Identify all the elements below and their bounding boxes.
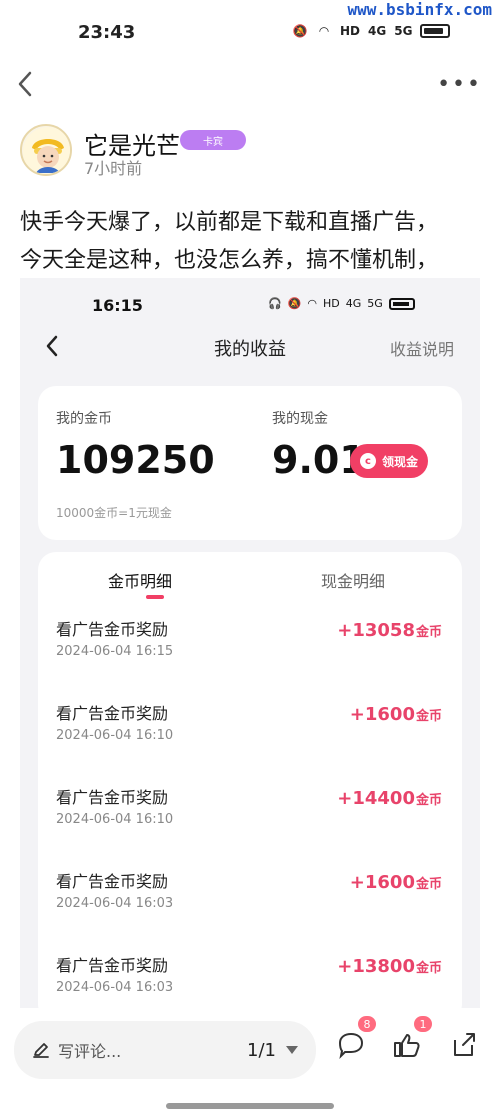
amount-unit: 金币	[415, 625, 442, 640]
record-amount: +1600金币	[350, 704, 442, 725]
post-time: 7小时前	[84, 159, 143, 178]
watermark: www.bsbinfx.com	[347, 0, 493, 19]
5g-icon: 5G	[367, 297, 383, 310]
headphones-icon: 🎧	[268, 297, 282, 310]
earnings-summary-card: 我的金币 我的现金 109250 9.01 c 领现金 10000金币=1元现金	[38, 386, 462, 540]
record-title: 看广告金币奖励	[56, 704, 169, 723]
more-icon[interactable]: •••	[437, 72, 482, 97]
embedded-status-icons: 🎧 🔕 ◠ HD 4G 5G	[268, 297, 415, 310]
chevron-down-icon	[286, 1046, 298, 1054]
share-button[interactable]	[446, 1028, 488, 1070]
post-line: 今天全是这种，也没怎么养，搞不懂机制，	[20, 248, 439, 273]
withdraw-label: 领现金	[381, 454, 418, 469]
post-actions: 8 1	[334, 1016, 488, 1070]
comment-button[interactable]: 8	[334, 1016, 376, 1070]
status-bar: 23:43 🔕 ◠ HD 4G 5G www.bsbinfx.com	[0, 0, 500, 64]
coin-value: 109250	[56, 438, 215, 482]
like-icon	[394, 1034, 420, 1057]
share-icon	[454, 1033, 475, 1056]
page-indicator[interactable]: 1/1	[247, 1040, 298, 1061]
earnings-help-link[interactable]: 收益说明	[390, 336, 454, 360]
page-indicator-text: 1/1	[247, 1039, 276, 1061]
amount-value: +13800	[337, 956, 415, 977]
home-indicator	[166, 1103, 334, 1109]
list-item: 看广告金币奖励 2024-06-04 16:10 +1600金币	[38, 692, 462, 776]
comment-icon	[338, 1032, 364, 1060]
wifi-icon: ◠	[319, 24, 329, 38]
avatar-image	[23, 127, 70, 174]
amount-value: +14400	[337, 788, 415, 809]
status-icons: 🔕 ◠ HD 4G 5G	[292, 22, 451, 40]
record-date: 2024-06-04 16:03	[56, 980, 174, 995]
record-title: 看广告金币奖励	[56, 872, 169, 891]
record-date: 2024-06-04 16:15	[56, 644, 174, 659]
4g-icon: 4G	[368, 24, 387, 38]
back-chevron-icon[interactable]	[14, 70, 36, 98]
hd-icon: HD	[340, 24, 361, 38]
record-title: 看广告金币奖励	[56, 620, 169, 639]
battery-icon	[388, 297, 415, 310]
record-amount: +13058金币	[337, 620, 442, 641]
like-button[interactable]: 1	[390, 1016, 432, 1070]
4g-icon: 4G	[345, 297, 362, 310]
list-item: 看广告金币奖励 2024-06-04 16:15 +13058金币	[38, 608, 462, 692]
transaction-list: 看广告金币奖励 2024-06-04 16:15 +13058金币 看广告金币奖…	[38, 608, 462, 1009]
top-navigation: •••	[0, 62, 500, 106]
list-item: 看广告金币奖励 2024-06-04 16:03 +1600金币	[38, 860, 462, 944]
record-amount: +13800金币	[337, 956, 442, 977]
comment-input-left: 写评论...	[32, 1038, 121, 1062]
hd-icon: HD	[323, 297, 340, 310]
exchange-rate: 10000金币=1元现金	[56, 506, 172, 520]
like-count: 1	[414, 1016, 432, 1032]
record-title: 看广告金币奖励	[56, 788, 169, 807]
active-tab-indicator	[146, 595, 164, 599]
coin-label: 我的金币	[56, 411, 112, 427]
amount-value: +1600	[349, 872, 415, 893]
list-item: 看广告金币奖励 2024-06-04 16:10 +14400金币	[38, 776, 462, 860]
bell-off-icon: 🔕	[287, 297, 302, 310]
comment-input[interactable]: 写评论... 1/1	[14, 1021, 316, 1079]
amount-value: +1600	[349, 704, 415, 725]
post-author: 它是光芒 卡宾 7小时前	[20, 124, 480, 182]
amount-value: +13058	[337, 620, 415, 641]
embedded-status-time: 16:15	[92, 296, 143, 315]
withdraw-button[interactable]: c 领现金	[350, 444, 428, 478]
tab-cash-details[interactable]: 现金明细	[321, 568, 385, 592]
battery-icon	[420, 24, 451, 38]
amount-unit: 金币	[415, 709, 442, 724]
bell-off-icon: 🔕	[292, 24, 308, 38]
list-item: 看广告金币奖励 2024-06-04 16:03 +13800金币	[38, 944, 462, 1009]
comment-count: 8	[358, 1016, 376, 1032]
record-date: 2024-06-04 16:10	[56, 728, 174, 743]
coin-icon: c	[359, 453, 376, 469]
comment-placeholder: 写评论...	[58, 1042, 122, 1061]
record-date: 2024-06-04 16:03	[56, 896, 174, 911]
avatar[interactable]	[20, 124, 72, 176]
record-date: 2024-06-04 16:10	[56, 812, 174, 827]
post-body: 快手今天爆了，以前都是下载和直播广告， 今天全是这种，也没怎么养，搞不懂机制，	[20, 204, 480, 280]
amount-unit: 金币	[415, 793, 442, 808]
transaction-card: 金币明细 现金明细 看广告金币奖励 2024-06-04 16:15 +1305…	[38, 552, 462, 1009]
status-time: 23:43	[78, 22, 136, 43]
embedded-status-bar: 16:15 🎧 🔕 ◠ HD 4G 5G	[20, 278, 480, 326]
embedded-screenshot: 16:15 🎧 🔕 ◠ HD 4G 5G 我的收益 收益说明 我的金币 我的现金…	[20, 278, 480, 1009]
author-badge: 卡宾	[180, 130, 246, 150]
embedded-header: 我的收益 收益说明	[20, 326, 480, 374]
cash-label: 我的现金	[272, 411, 328, 427]
5g-icon: 5G	[394, 24, 413, 38]
amount-unit: 金币	[415, 961, 442, 976]
amount-unit: 金币	[415, 877, 442, 892]
record-title: 看广告金币奖励	[56, 956, 169, 975]
bottom-action-bar: 写评论... 1/1 8 1	[0, 1008, 500, 1117]
tab-coin-details[interactable]: 金币明细	[108, 568, 172, 592]
detail-tabs: 金币明细 现金明细	[38, 552, 462, 600]
record-amount: +1600金币	[350, 872, 442, 893]
post-line: 快手今天爆了，以前都是下载和直播广告，	[20, 210, 439, 235]
record-amount: +14400金币	[337, 788, 442, 809]
screen-root: 23:43 🔕 ◠ HD 4G 5G www.bsbinfx.com ••• 它…	[0, 0, 500, 1117]
wifi-icon: ◠	[307, 297, 318, 310]
edit-icon	[33, 1043, 49, 1058]
